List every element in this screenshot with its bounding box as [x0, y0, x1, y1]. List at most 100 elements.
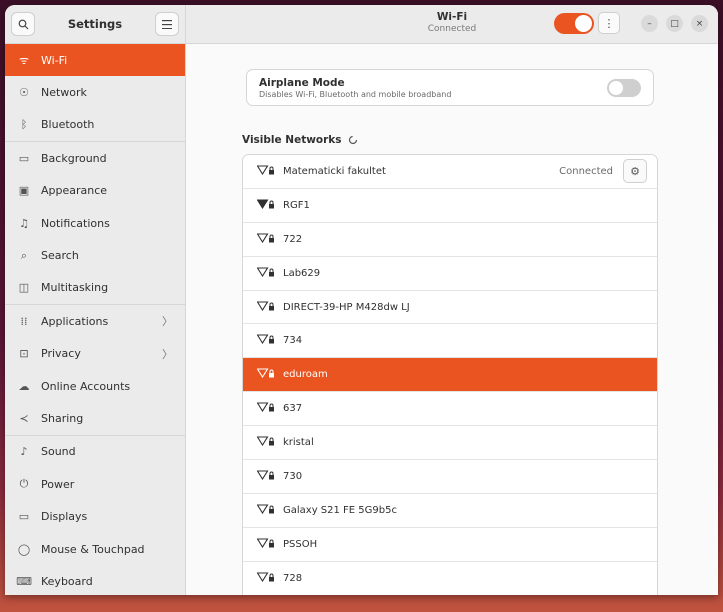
sidebar-item-label: Network — [41, 86, 87, 100]
wifi-locked-icon — [256, 300, 277, 314]
airplane-mode-toggle[interactable] — [607, 79, 641, 97]
sidebar-item-label: Applications — [41, 314, 109, 328]
search-icon: ⌕ — [20, 248, 28, 262]
wifi-locked-icon — [256, 436, 277, 449]
sidebar-item-keyboard[interactable]: ⌨ Keyboard — [5, 565, 185, 595]
sidebar-item-displays[interactable]: ▭ Displays — [5, 500, 185, 532]
wifi-locked-icon — [256, 267, 277, 280]
wifi-locked-icon — [256, 504, 277, 517]
network-row[interactable]: 637 — [243, 392, 657, 427]
sidebar-item-wi-fi[interactable]: ᯤ Wi-Fi — [5, 44, 185, 77]
network-name: Matematicki fakultet — [283, 165, 386, 177]
network-icon: ☉ — [19, 86, 29, 100]
wifi-locked-icon — [256, 165, 277, 178]
sidebar-item-background[interactable]: ▭ Background — [5, 142, 185, 174]
wifi-locked-icon — [256, 233, 277, 246]
wifi-locked-icon — [256, 538, 277, 551]
sidebar-item-network[interactable]: ☉ Network — [5, 76, 185, 108]
sidebar-item-privacy[interactable]: ⊡ Privacy 〉 — [5, 338, 185, 370]
sidebar-item-label: Mouse & Touchpad — [41, 542, 145, 556]
privacy-icon: ⊡ — [19, 347, 29, 361]
spinner-icon — [348, 135, 357, 145]
sidebar-item-label: Appearance — [41, 184, 108, 198]
chevron-right-icon: 〉 — [162, 315, 173, 329]
network-row[interactable]: Lab629 — [243, 256, 657, 291]
network-row[interactable]: kristal — [243, 426, 657, 461]
main-panel: Wi-Fi Connected ⋮ – □ × Airplane Mode Di… — [186, 5, 718, 595]
sidebar-item-label: Search — [41, 249, 79, 263]
page-title: Wi-Fi — [436, 11, 468, 23]
background-icon: ▭ — [18, 151, 30, 165]
wifi-icon: ᯤ — [18, 53, 30, 67]
sidebar-item-mouse-touchpad[interactable]: ◯ Mouse & Touchpad — [5, 533, 185, 565]
network-row[interactable]: DIRECT-39-HP M428dw LJ — [243, 290, 657, 325]
wifi-locked-icon — [256, 334, 277, 347]
close-icon[interactable]: × — [691, 15, 708, 32]
sidebar-item-label: Keyboard — [41, 574, 93, 588]
search-icon[interactable] — [11, 12, 35, 36]
gear-icon[interactable]: ⚙ — [623, 159, 647, 184]
chevron-right-icon: 〉 — [162, 347, 173, 361]
network-row[interactable]: Matematicki fakultet Connected ⚙ — [243, 155, 657, 189]
sidebar-item-online-accounts[interactable]: ☁ Online Accounts — [5, 370, 185, 402]
connection-status: Connected — [559, 165, 613, 177]
maximize-icon[interactable]: □ — [666, 15, 683, 32]
network-list: Matematicki fakultet Connected ⚙ RGF1 722 Lab… — [242, 154, 658, 595]
network-name: DIRECT-39-HP M428dw LJ — [283, 301, 410, 313]
visible-networks-label: Visible Networks — [242, 134, 342, 146]
sidebar-item-sharing[interactable]: ≺ Sharing — [5, 402, 185, 434]
appearance-icon: ▣ — [18, 184, 30, 198]
airplane-mode-subtitle: Disables Wi-Fi, Bluetooth and mobile bro… — [259, 90, 452, 99]
sidebar-item-label: Notifications — [41, 216, 110, 230]
kebab-menu-icon[interactable]: ⋮ — [598, 12, 620, 34]
sidebar-item-label: Sound — [41, 445, 76, 459]
minimize-icon[interactable]: – — [641, 15, 658, 32]
network-name: Galaxy S21 FE 5G9b5c — [283, 504, 397, 516]
sidebar-item-power[interactable]: ⏻ Power — [5, 468, 185, 500]
sidebar-item-label: Displays — [41, 510, 88, 524]
sidebar-item-appearance[interactable]: ▣ Appearance — [5, 175, 185, 207]
network-name: Lab629 — [283, 267, 321, 279]
wifi-locked-icon — [256, 199, 277, 212]
apps-grid-icon: ⁞⁞ — [20, 314, 28, 328]
sidebar-item-label: Power — [41, 477, 75, 491]
sidebar-item-label: Privacy — [41, 347, 81, 361]
network-row[interactable]: 722 — [243, 222, 657, 257]
bluetooth-icon: ᛒ — [20, 118, 28, 132]
network-row[interactable]: eduroam — [243, 358, 657, 393]
sidebar-item-label: Online Accounts — [41, 379, 131, 393]
sidebar-item-search[interactable]: ⌕ Search — [5, 239, 185, 271]
network-name: PSSOH — [283, 538, 318, 550]
mouse-icon: ◯ — [17, 542, 31, 556]
sidebar-item-notifications[interactable]: ♫ Notifications — [5, 207, 185, 239]
network-row[interactable]: RGF1 — [243, 188, 657, 223]
airplane-mode-row[interactable]: Airplane Mode Disables Wi-Fi, Bluetooth … — [246, 69, 654, 106]
network-name: eduroam — [283, 369, 328, 381]
network-row[interactable]: PSSOH — [243, 527, 657, 562]
sidebar: Settings ᯤ Wi-Fi ☉ Network ᛒ Bluetooth ▭ Backgr… — [5, 5, 186, 595]
sidebar-item-applications[interactable]: ⁞⁞ Applications 〉 — [5, 305, 185, 337]
sidebar-title: Settings — [67, 17, 123, 31]
sidebar-item-label: Multitasking — [41, 281, 109, 295]
sidebar-item-label: Bluetooth — [41, 118, 95, 132]
display-icon: ▭ — [18, 510, 30, 524]
power-icon: ⏻ — [19, 477, 29, 491]
hamburger-menu-icon[interactable] — [154, 12, 179, 36]
cloud-icon: ☁ — [18, 379, 30, 393]
wifi-toggle[interactable] — [554, 13, 594, 34]
network-name: kristal — [283, 437, 314, 449]
network-row[interactable]: Galaxy S21 FE 5G9b5c — [243, 493, 657, 528]
sidebar-item-sound[interactable]: ♪ Sound — [5, 436, 185, 468]
share-icon: ≺ — [19, 411, 29, 425]
sound-icon: ♪ — [20, 445, 28, 459]
network-row[interactable]: 734 — [243, 324, 657, 359]
network-row[interactable]: 728 — [243, 561, 657, 595]
wifi-locked-icon — [256, 368, 277, 381]
network-name: 730 — [283, 470, 303, 482]
sidebar-item-bluetooth[interactable]: ᛒ Bluetooth — [5, 109, 185, 141]
network-name: RGF1 — [283, 199, 310, 211]
multitasking-icon: ◫ — [18, 281, 30, 295]
sidebar-item-multitasking[interactable]: ◫ Multitasking — [5, 272, 185, 304]
keyboard-icon: ⌨ — [16, 574, 32, 588]
network-row[interactable]: 730 — [243, 460, 657, 494]
